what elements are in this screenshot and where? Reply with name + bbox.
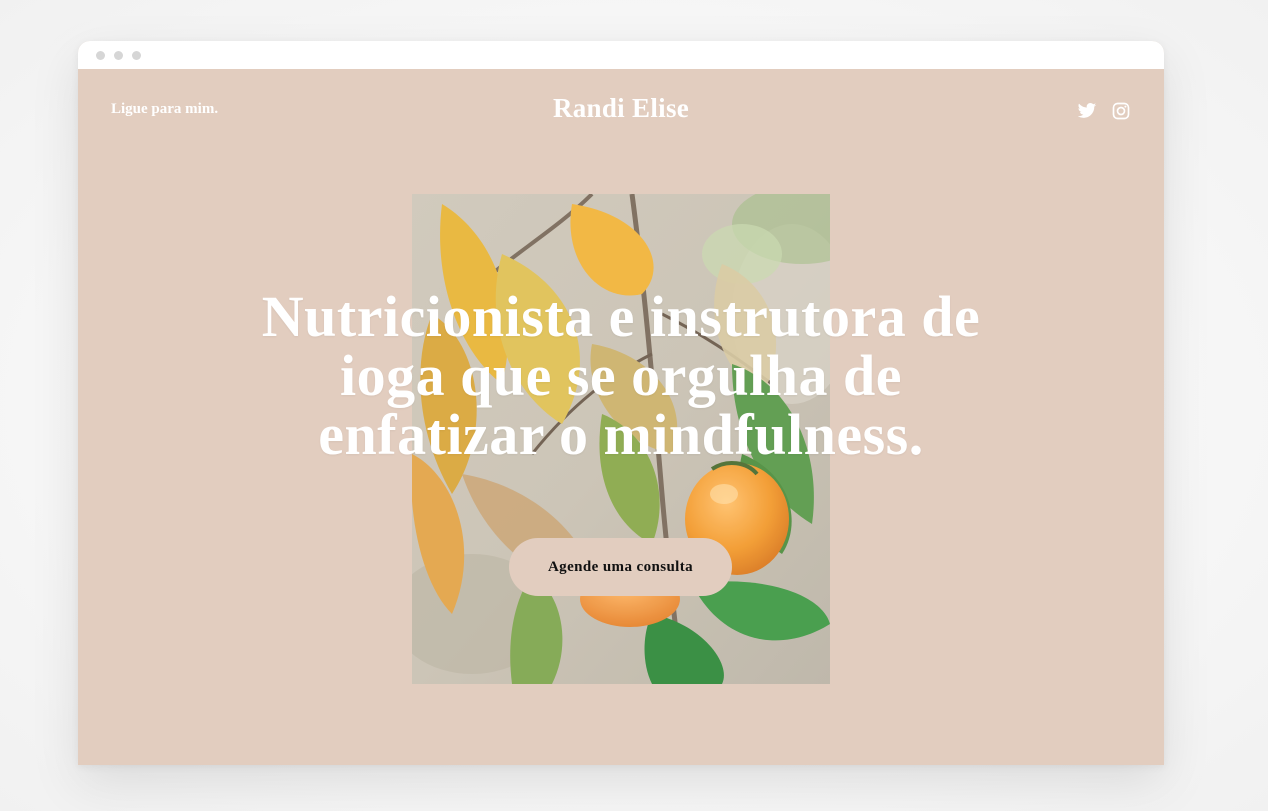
window-titlebar xyxy=(78,41,1164,69)
book-consultation-button[interactable]: Agende uma consulta xyxy=(509,538,732,596)
window-dot xyxy=(132,51,141,60)
window-dot xyxy=(96,51,105,60)
twitter-icon[interactable] xyxy=(1077,101,1097,121)
social-links xyxy=(1077,101,1131,121)
website-hero-section: Ligue para mim. Randi Elise Nutricionist… xyxy=(78,69,1164,765)
hero-headline: Nutricionista e instrutora de ioga que s… xyxy=(261,284,981,467)
site-title[interactable]: Randi Elise xyxy=(78,93,1164,124)
window-dot xyxy=(114,51,123,60)
browser-window: Ligue para mim. Randi Elise Nutricionist… xyxy=(78,41,1164,765)
instagram-icon[interactable] xyxy=(1111,101,1131,121)
